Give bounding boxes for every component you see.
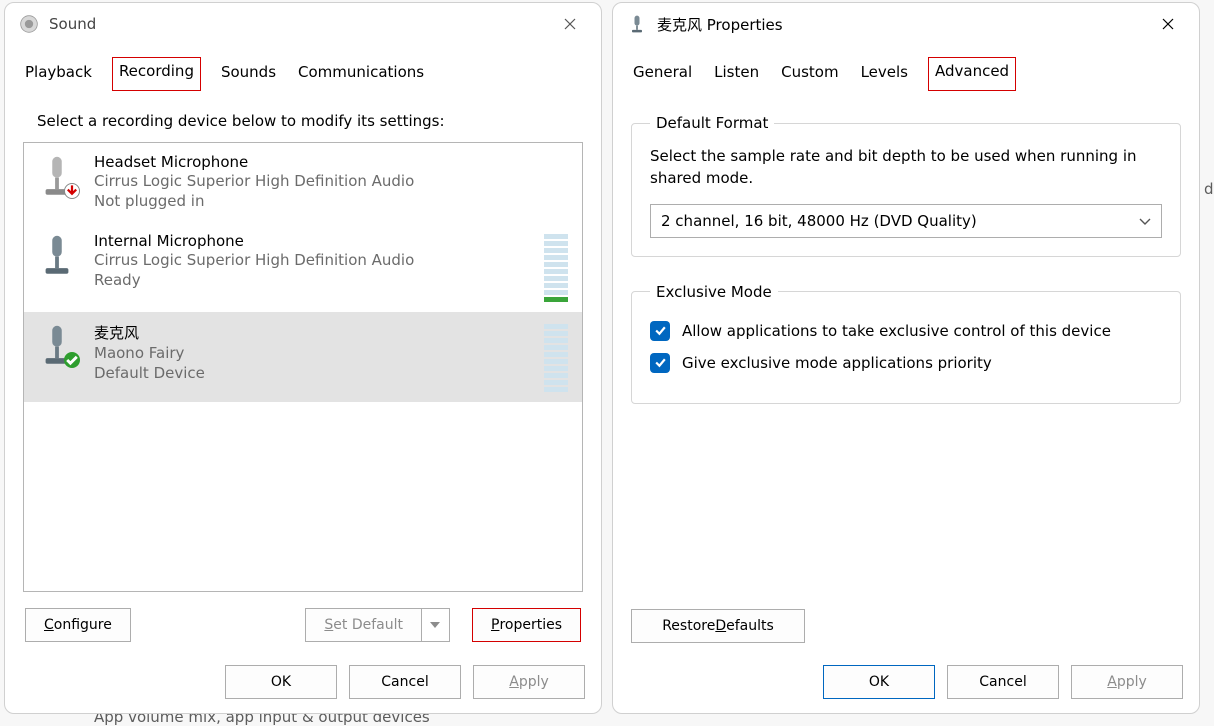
tab-playback[interactable]: Playback: [23, 59, 94, 91]
device-desc: Cirrus Logic Superior High Definition Au…: [94, 171, 568, 191]
tab-recording[interactable]: Recording: [112, 57, 201, 91]
set-default-dropdown[interactable]: [422, 608, 450, 642]
device-row[interactable]: 麦克风 Maono Fairy Default Device: [24, 312, 582, 402]
exclusive-priority-checkbox-row[interactable]: Give exclusive mode applications priorit…: [650, 353, 1162, 373]
speaker-icon: [19, 14, 39, 34]
checkbox-checked-icon: [650, 353, 670, 373]
device-info: Headset Microphone Cirrus Logic Superior…: [94, 153, 568, 212]
background-text: d: [1204, 180, 1214, 198]
device-name: Headset Microphone: [94, 153, 568, 171]
configure-button[interactable]: Configure: [25, 608, 131, 642]
device-row[interactable]: Headset Microphone Cirrus Logic Superior…: [24, 143, 582, 222]
level-meter: [544, 232, 568, 302]
tab-sounds[interactable]: Sounds: [219, 59, 278, 91]
sample-format-select[interactable]: 2 channel, 16 bit, 48000 Hz (DVD Quality…: [650, 204, 1162, 238]
set-default-splitbutton[interactable]: Set Default: [305, 608, 450, 642]
properties-title: 麦克风 Properties: [657, 14, 1145, 35]
microphone-icon: [38, 232, 76, 280]
microphone-icon: [38, 322, 76, 370]
checkbox-checked-icon: [650, 321, 670, 341]
cancel-button[interactable]: Cancel: [349, 665, 461, 699]
ok-button[interactable]: OK: [225, 665, 337, 699]
device-actions: Configure Set Default Properties: [23, 602, 583, 652]
properties-titlebar: 麦克风 Properties: [613, 3, 1199, 45]
device-status: Default Device: [94, 363, 526, 383]
device-status: Not plugged in: [94, 191, 568, 211]
device-info: Internal Microphone Cirrus Logic Superio…: [94, 232, 526, 291]
level-meter: [544, 322, 568, 392]
chevron-down-icon: [1139, 212, 1151, 230]
device-desc: Cirrus Logic Superior High Definition Au…: [94, 250, 526, 270]
apply-button[interactable]: Apply: [1071, 665, 1183, 699]
close-button[interactable]: [1145, 8, 1191, 40]
default-format-hint: Select the sample rate and bit depth to …: [650, 146, 1162, 190]
device-info: 麦克风 Maono Fairy Default Device: [94, 322, 526, 384]
tab-communications[interactable]: Communications: [296, 59, 426, 91]
exclusive-mode-legend: Exclusive Mode: [650, 283, 778, 301]
sound-window: Sound Playback Recording Sounds Communic…: [4, 2, 602, 714]
set-default-button[interactable]: Set Default: [305, 608, 422, 642]
allow-exclusive-checkbox-row[interactable]: Allow applications to take exclusive con…: [650, 321, 1162, 341]
device-desc: Maono Fairy: [94, 343, 526, 363]
exclusive-mode-group: Exclusive Mode Allow applications to tak…: [631, 283, 1181, 404]
tab-general[interactable]: General: [631, 59, 694, 91]
properties-dialog-buttons: OK Cancel Apply: [613, 659, 1199, 713]
sound-content: Select a recording device below to modif…: [5, 92, 601, 659]
tab-levels[interactable]: Levels: [859, 59, 910, 91]
device-name: 麦克风: [94, 322, 526, 343]
sample-format-value: 2 channel, 16 bit, 48000 Hz (DVD Quality…: [661, 212, 977, 230]
allow-exclusive-label: Allow applications to take exclusive con…: [682, 322, 1111, 340]
sound-title: Sound: [49, 15, 547, 33]
tab-advanced[interactable]: Advanced: [928, 57, 1016, 91]
close-button[interactable]: [547, 8, 593, 40]
restore-defaults-button[interactable]: Restore Defaults: [631, 609, 805, 643]
unplugged-badge-icon: [64, 183, 80, 199]
default-format-legend: Default Format: [650, 114, 774, 132]
mic-properties-window: 麦克风 Properties General Listen Custom Lev…: [612, 2, 1200, 714]
sound-tabs: Playback Recording Sounds Communications: [5, 45, 601, 92]
cancel-button[interactable]: Cancel: [947, 665, 1059, 699]
tab-custom[interactable]: Custom: [779, 59, 840, 91]
apply-button[interactable]: Apply: [473, 665, 585, 699]
device-name: Internal Microphone: [94, 232, 526, 250]
tab-listen[interactable]: Listen: [712, 59, 761, 91]
default-format-group: Default Format Select the sample rate an…: [631, 114, 1181, 257]
microphone-icon: [38, 153, 76, 201]
properties-button[interactable]: Properties: [472, 608, 581, 642]
device-status: Ready: [94, 270, 526, 290]
sound-dialog-buttons: OK Cancel Apply: [5, 659, 601, 713]
default-badge-icon: [64, 352, 80, 368]
exclusive-priority-label: Give exclusive mode applications priorit…: [682, 354, 992, 372]
properties-content: Default Format Select the sample rate an…: [613, 92, 1199, 659]
recording-device-list[interactable]: Headset Microphone Cirrus Logic Superior…: [23, 142, 583, 592]
recording-instruction: Select a recording device below to modif…: [37, 112, 583, 130]
microphone-icon: [627, 14, 647, 34]
ok-button[interactable]: OK: [823, 665, 935, 699]
device-row[interactable]: Internal Microphone Cirrus Logic Superio…: [24, 222, 582, 312]
properties-tabs: General Listen Custom Levels Advanced: [613, 45, 1199, 92]
sound-titlebar: Sound: [5, 3, 601, 45]
